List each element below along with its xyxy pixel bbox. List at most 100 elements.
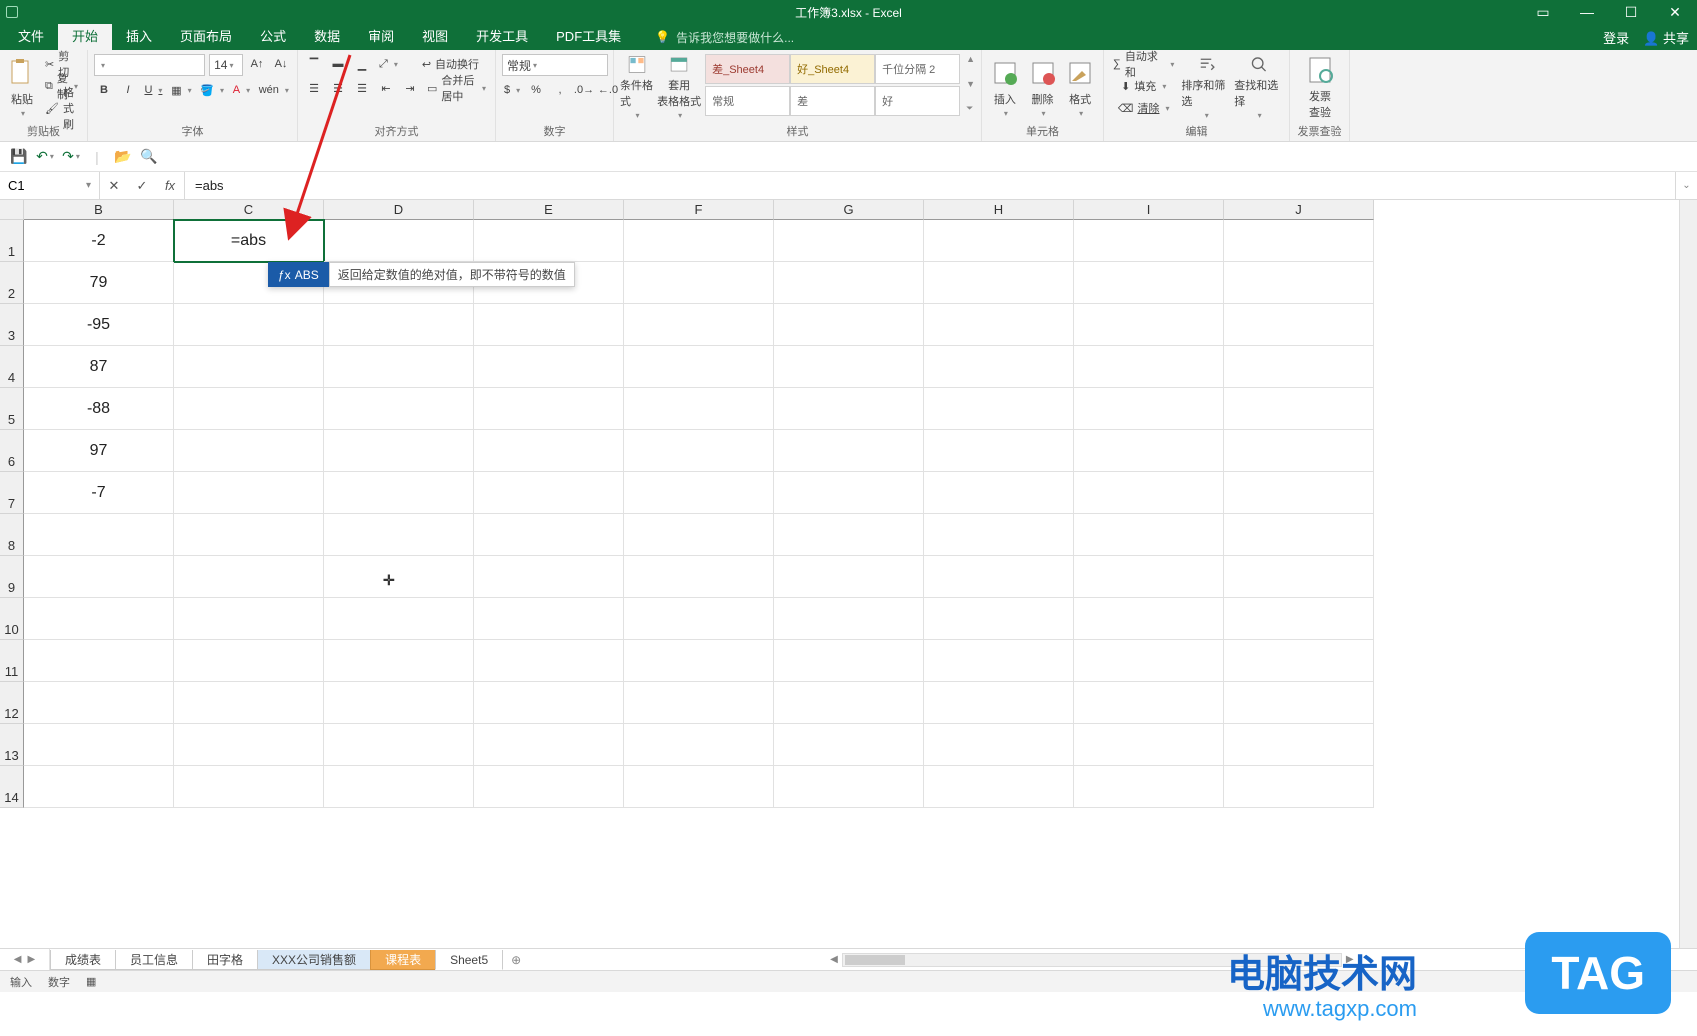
style-item[interactable]: 差 [790, 86, 875, 116]
cell-E8[interactable] [474, 514, 624, 556]
cell-G8[interactable] [774, 514, 924, 556]
cell-J6[interactable] [1224, 430, 1374, 472]
cell-E5[interactable] [474, 388, 624, 430]
comma-button[interactable]: , [550, 80, 570, 100]
cell-H7[interactable] [924, 472, 1074, 514]
cell-G7[interactable] [774, 472, 924, 514]
cell-H3[interactable] [924, 304, 1074, 346]
cell-J13[interactable] [1224, 724, 1374, 766]
cell-B12[interactable] [24, 682, 174, 724]
cell-H4[interactable] [924, 346, 1074, 388]
font-size-combo[interactable]: 14 [209, 54, 243, 76]
cell-B14[interactable] [24, 766, 174, 808]
cell-D6[interactable] [324, 430, 474, 472]
tab-developer[interactable]: 开发工具 [462, 24, 542, 50]
cell-J11[interactable] [1224, 640, 1374, 682]
cell-D4[interactable] [324, 346, 474, 388]
cancel-formula-button[interactable]: ✕ [100, 178, 128, 194]
cell-C5[interactable] [174, 388, 324, 430]
align-top-button[interactable]: ▔ [304, 54, 324, 74]
cell-J2[interactable] [1224, 262, 1374, 304]
save-icon[interactable]: 💾 [10, 148, 28, 166]
cell-I5[interactable] [1074, 388, 1224, 430]
prev-sheet-icon[interactable]: ◀ [14, 954, 22, 965]
cell-D7[interactable] [324, 472, 474, 514]
cell-E3[interactable] [474, 304, 624, 346]
cell-G1[interactable] [774, 220, 924, 262]
row-header[interactable]: 12 [0, 682, 24, 724]
cell-B5[interactable]: -88 [24, 388, 174, 430]
cell-J9[interactable] [1224, 556, 1374, 598]
cell-I6[interactable] [1074, 430, 1224, 472]
fx-button[interactable]: fx [156, 178, 184, 193]
sheet-tab[interactable]: 成绩表 [50, 950, 116, 970]
cell-B3[interactable]: -95 [24, 304, 174, 346]
cell-G6[interactable] [774, 430, 924, 472]
style-item[interactable]: 好 [875, 86, 960, 116]
cell-E1[interactable] [474, 220, 624, 262]
cell-H12[interactable] [924, 682, 1074, 724]
name-box[interactable]: C1 ▾ [0, 172, 100, 199]
paste-button[interactable]: 粘贴 [6, 54, 38, 120]
sheet-nav[interactable]: ◀▶ [0, 949, 50, 970]
phonetic-button[interactable]: wén [257, 80, 291, 100]
cell-F2[interactable] [624, 262, 774, 304]
format-painter-button[interactable]: 🖌格式刷 [42, 98, 81, 118]
align-bottom-button[interactable]: ▁ [352, 54, 372, 74]
sheet-tab[interactable]: XXX公司销售额 [257, 950, 371, 970]
tab-home[interactable]: 开始 [58, 24, 112, 50]
row-header[interactable]: 10 [0, 598, 24, 640]
cell-E12[interactable] [474, 682, 624, 724]
cell-D8[interactable] [324, 514, 474, 556]
font-family-combo[interactable] [94, 54, 205, 76]
col-header[interactable]: I [1074, 200, 1224, 220]
cell-I9[interactable] [1074, 556, 1224, 598]
cell-H14[interactable] [924, 766, 1074, 808]
cell-D9[interactable] [324, 556, 474, 598]
cell-I12[interactable] [1074, 682, 1224, 724]
cell-H2[interactable] [924, 262, 1074, 304]
cell-B2[interactable]: 79 [24, 262, 174, 304]
undo-button[interactable]: ↶ [36, 148, 54, 166]
format-cells-button[interactable]: 格式 [1063, 54, 1097, 120]
style-item[interactable]: 千位分隔 2 [875, 54, 960, 84]
cell-B13[interactable] [24, 724, 174, 766]
clear-button[interactable]: ⌫清除 [1110, 98, 1177, 118]
cell-D14[interactable] [324, 766, 474, 808]
status-macro-icon[interactable]: ▦ [86, 975, 96, 988]
cell-J3[interactable] [1224, 304, 1374, 346]
cell-B4[interactable]: 87 [24, 346, 174, 388]
row-header[interactable]: 1 [0, 220, 24, 262]
style-item[interactable]: 差_Sheet4 [705, 54, 790, 84]
cell-B8[interactable] [24, 514, 174, 556]
cell-F11[interactable] [624, 640, 774, 682]
namebox-arrow-icon[interactable]: ▾ [86, 180, 91, 191]
cell-D13[interactable] [324, 724, 474, 766]
cell-G12[interactable] [774, 682, 924, 724]
row-header[interactable]: 6 [0, 430, 24, 472]
cell-B6[interactable]: 97 [24, 430, 174, 472]
cell-C11[interactable] [174, 640, 324, 682]
cell-H13[interactable] [924, 724, 1074, 766]
cell-F7[interactable] [624, 472, 774, 514]
format-as-table-button[interactable]: 套用 表格格式 [657, 54, 701, 120]
close-button[interactable]: ✕ [1653, 0, 1697, 24]
cell-I4[interactable] [1074, 346, 1224, 388]
col-header[interactable]: B [24, 200, 174, 220]
tell-me[interactable]: 💡 告诉我您想要做什么... [655, 29, 794, 46]
cell-G3[interactable] [774, 304, 924, 346]
col-header[interactable]: G [774, 200, 924, 220]
bold-button[interactable]: B [94, 80, 114, 100]
cell-J4[interactable] [1224, 346, 1374, 388]
cell-C9[interactable] [174, 556, 324, 598]
cell-F8[interactable] [624, 514, 774, 556]
style-item[interactable]: 常规 [705, 86, 790, 116]
cell-C6[interactable] [174, 430, 324, 472]
cell-F1[interactable] [624, 220, 774, 262]
cell-J12[interactable] [1224, 682, 1374, 724]
cell-G9[interactable] [774, 556, 924, 598]
share-button[interactable]: 👤 共享 [1643, 28, 1689, 47]
gallery-scroll[interactable]: ▲ ▼ ⏷ [966, 54, 975, 114]
tab-pdf[interactable]: PDF工具集 [542, 24, 635, 50]
align-left-button[interactable]: ☰ [304, 78, 324, 98]
